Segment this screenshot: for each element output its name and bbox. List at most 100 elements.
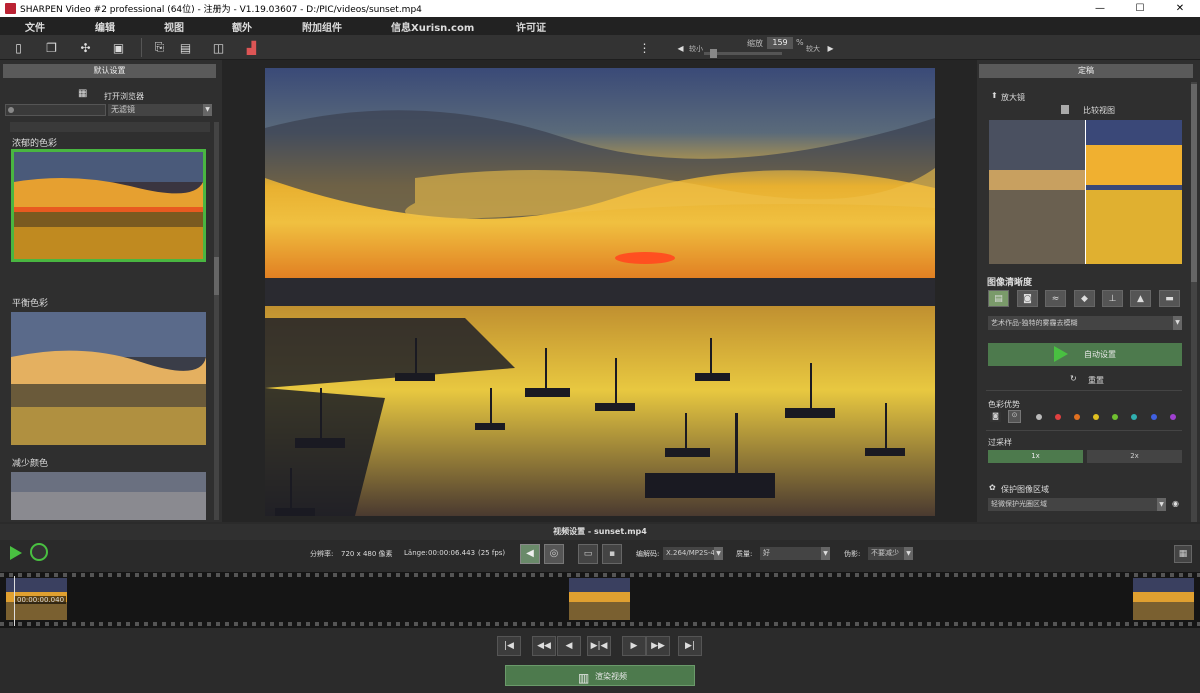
oversample-2x-button[interactable]: 2x	[1087, 450, 1182, 463]
open-file-icon[interactable]: ❐	[43, 39, 60, 56]
zoom-input[interactable]: 159	[767, 37, 793, 49]
speaker-icon[interactable]: ◀	[520, 544, 540, 564]
menu-license[interactable]: 许可证	[516, 19, 546, 34]
slider-field[interactable]	[5, 104, 106, 116]
left-scrollbar-thumb[interactable]	[214, 257, 219, 295]
right-scrollbar[interactable]	[1191, 82, 1197, 522]
close-button[interactable]: ✕	[1160, 0, 1200, 17]
chevron-down-icon[interactable]: ▼	[1173, 316, 1182, 330]
color-dot-orange[interactable]	[1074, 414, 1080, 420]
maximize-button[interactable]: ☐	[1120, 0, 1160, 17]
color-dot-green[interactable]	[1112, 414, 1118, 420]
gem-icon[interactable]: ◆	[1074, 290, 1095, 307]
color-dot-cyan[interactable]	[1131, 414, 1137, 420]
preset-thumb-reduced[interactable]	[11, 472, 206, 520]
rewind-icon[interactable]: ◀◀	[532, 636, 556, 656]
zoom-slider-thumb[interactable]	[710, 49, 717, 58]
effects-icon[interactable]: ✣	[77, 39, 94, 56]
step-back-icon[interactable]: ◀	[557, 636, 581, 656]
color-priority-label: 色彩优势	[988, 400, 1020, 409]
audio-settings-icon[interactable]: ◎	[544, 544, 564, 564]
play-circle-icon[interactable]	[30, 543, 48, 561]
playhead[interactable]	[14, 576, 15, 626]
length-label: Länge:	[404, 549, 428, 557]
color-dot-gray[interactable]	[1036, 414, 1042, 420]
preset-thumb-balanced[interactable]	[11, 312, 206, 445]
more-options-icon[interactable]: ⋮	[636, 39, 653, 56]
minimize-button[interactable]: —	[1080, 0, 1120, 17]
wave-icon[interactable]: ≈	[1045, 290, 1066, 307]
chevron-down-icon[interactable]: ▼	[203, 104, 212, 116]
split-icon[interactable]: ▶|◀	[587, 636, 611, 656]
crop-icon[interactable]: ▪	[602, 544, 622, 564]
slider-knob[interactable]	[8, 107, 14, 113]
protect-select[interactable]: 轻微保护光圈区域 ▼	[988, 498, 1166, 511]
zoom-in-icon[interactable]: ▸	[822, 39, 839, 56]
export-settings-icon[interactable]: ▦	[1174, 545, 1192, 563]
left-scrollbar[interactable]	[214, 122, 219, 520]
import-icon[interactable]: ⎘	[151, 39, 168, 56]
arrow-up-icon[interactable]: ⬆	[991, 91, 998, 100]
color-dot-red[interactable]	[1055, 414, 1061, 420]
chevron-down-icon[interactable]: ▼	[1157, 498, 1166, 511]
step-forward-icon[interactable]: ▶	[622, 636, 646, 656]
open-browser-label[interactable]: 打开浏览器	[104, 91, 144, 102]
render-video-button[interactable]: ▥ 渲染视频	[505, 665, 695, 686]
quality-select[interactable]: 好 ▼	[760, 547, 830, 560]
timeline-thumb-mid[interactable]	[569, 578, 630, 620]
focus-icon[interactable]: ⊥	[1102, 290, 1123, 307]
camera-small-icon[interactable]: ◙	[990, 412, 1001, 422]
finalize-header[interactable]: 定稿	[979, 64, 1193, 78]
menu-addons[interactable]: 附加组件	[302, 19, 342, 34]
filmstrip-icon[interactable]: ▤	[177, 39, 194, 56]
split-view-icon[interactable]: ◫	[210, 39, 227, 56]
video-preview[interactable]	[265, 68, 935, 516]
compare-checkbox[interactable]	[1061, 105, 1069, 114]
color-dot-yellow[interactable]	[1093, 414, 1099, 420]
presets-header[interactable]: 默认设置	[3, 64, 216, 78]
menu-info[interactable]: 信息Xurisn.com	[391, 19, 474, 34]
fast-forward-icon[interactable]: ▶▶	[646, 636, 670, 656]
menu-edit[interactable]: 编辑	[95, 19, 115, 34]
divider	[986, 390, 1182, 391]
reset-icon[interactable]: ↻	[1070, 374, 1077, 383]
chevron-down-icon[interactable]: ▼	[904, 547, 913, 560]
protect-icon[interactable]: ✿	[989, 483, 996, 492]
chevron-down-icon[interactable]: ▼	[714, 547, 723, 560]
mountain-icon[interactable]: ▲	[1130, 290, 1151, 307]
zoom-out-icon[interactable]: ◂	[672, 39, 689, 56]
go-to-end-icon[interactable]: ▶|	[678, 636, 702, 656]
new-file-icon[interactable]: ▯	[10, 39, 27, 56]
histogram-icon[interactable]: ▟	[243, 39, 260, 56]
play-icon[interactable]	[10, 546, 22, 560]
color-dot-purple[interactable]	[1170, 414, 1176, 420]
target-icon[interactable]: ⊙	[1008, 410, 1021, 423]
timeline-thumb-end[interactable]	[1133, 578, 1194, 620]
menu-extra[interactable]: 额外	[232, 19, 252, 34]
export-icon[interactable]: ▣	[110, 39, 127, 56]
filter-select[interactable]: 无滤镜 ▼	[108, 104, 212, 116]
go-to-start-icon[interactable]: |◀	[497, 636, 521, 656]
zoom-larger-label: 较大	[806, 45, 820, 53]
preset-thumb-rich[interactable]	[11, 149, 206, 262]
sharpen-preset-select[interactable]: 艺术作品-独特的雾霾去模糊 ▼	[988, 316, 1182, 330]
right-scrollbar-thumb[interactable]	[1191, 84, 1197, 282]
sharpen-preset-icon[interactable]: ▤	[988, 290, 1009, 307]
menu-file[interactable]: 文件	[25, 19, 45, 34]
artifacts-select[interactable]: 不要减少 ▼	[868, 547, 913, 560]
reset-label[interactable]: 重置	[1088, 375, 1104, 386]
eye-icon[interactable]: ◉	[1172, 499, 1179, 508]
color-dot-blue[interactable]	[1151, 414, 1157, 420]
encoder-select[interactable]: X.264/MP2S-4 ▼	[663, 547, 723, 560]
preset-image-rich	[14, 152, 203, 259]
landscape-icon[interactable]: ▬	[1159, 290, 1180, 307]
auto-settings-button[interactable]: 自动设置	[988, 343, 1182, 366]
camera-icon[interactable]: ◙	[1017, 290, 1038, 307]
oversample-1x-button[interactable]: 1x	[988, 450, 1083, 463]
chevron-down-icon[interactable]: ▼	[821, 547, 830, 560]
menu-view[interactable]: 视图	[164, 19, 184, 34]
magnifier-preview[interactable]	[989, 120, 1182, 264]
browser-grid-icon[interactable]: ▦	[78, 88, 87, 99]
screen-icon[interactable]: ▭	[578, 544, 598, 564]
zoom-smaller-label: 较小	[689, 45, 703, 53]
